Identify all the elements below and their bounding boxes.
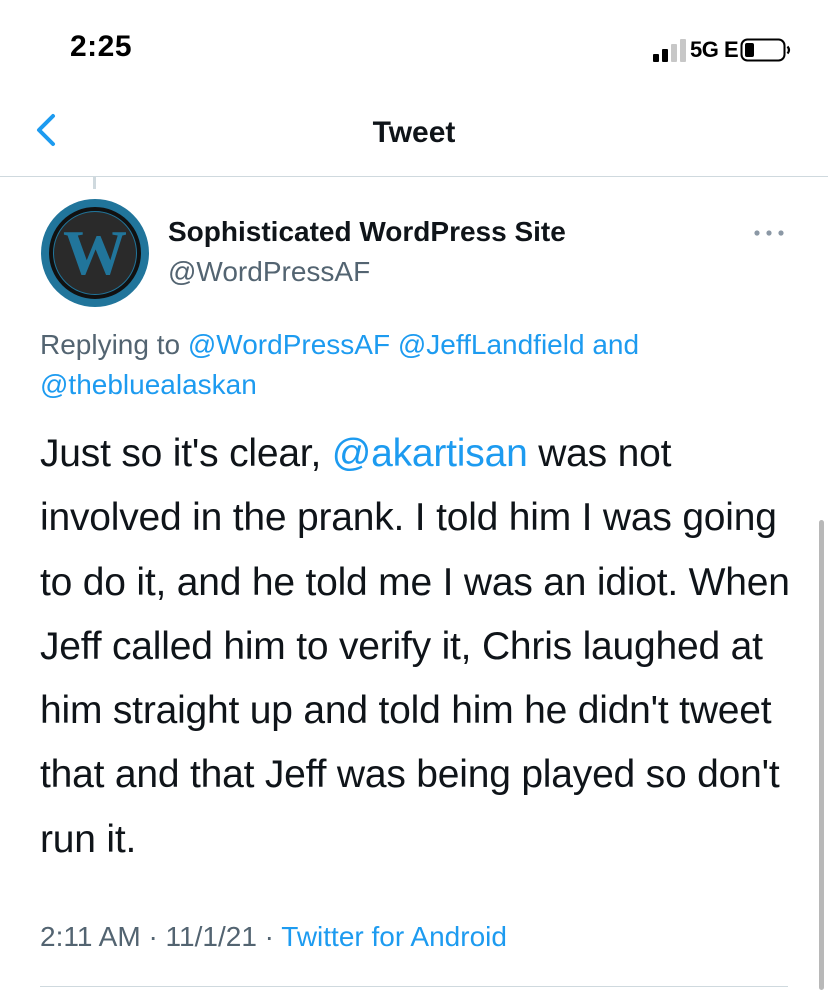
mention-link[interactable]: @WordPressAF: [188, 329, 390, 360]
tweet-text-part: Just so it's clear,: [40, 432, 332, 475]
author-display-name[interactable]: Sophisticated WordPress Site: [168, 216, 566, 248]
tweet-metadata: 2:11 AM · 11/1/21 · Twitter for Android: [40, 921, 507, 953]
mention-link[interactable]: @thebluealaskan: [40, 369, 257, 400]
scrollbar[interactable]: [819, 520, 824, 990]
svg-text:W: W: [63, 217, 127, 288]
mention-conjunction: and: [592, 329, 640, 360]
divider: [40, 986, 788, 987]
mention-link[interactable]: @akartisan: [332, 432, 528, 475]
tweet-date: 11/1/21: [165, 921, 257, 952]
author-handle[interactable]: @WordPressAF: [168, 256, 370, 288]
tweet-time: 2:11 AM: [40, 921, 141, 952]
network-type-label: 5G E: [690, 37, 739, 62]
navigation-bar: Tweet: [0, 96, 828, 177]
thread-connector-line: [93, 177, 96, 189]
tweet-text: Just so it's clear, @akartisan was not i…: [40, 422, 800, 872]
meta-separator: ·: [148, 921, 158, 952]
battery-icon: [740, 38, 791, 62]
mention-link[interactable]: @JeffLandfield: [398, 329, 585, 360]
signal-bars-icon: [653, 39, 686, 62]
status-time: 2:25: [70, 30, 133, 63]
status-bar: 2:25 5G E: [0, 0, 828, 96]
more-options-icon[interactable]: [752, 226, 786, 240]
tweet-source-link[interactable]: Twitter for Android: [281, 921, 507, 952]
page-title: Tweet: [372, 116, 456, 149]
meta-separator: ·: [264, 921, 274, 952]
avatar[interactable]: W: [40, 198, 150, 308]
tweet-text-part: was not involved in the prank. I told hi…: [40, 432, 790, 861]
replying-to-prefix: Replying to: [40, 329, 181, 360]
replying-to-line: Replying to @WordPressAF @JeffLandfield …: [40, 325, 800, 405]
